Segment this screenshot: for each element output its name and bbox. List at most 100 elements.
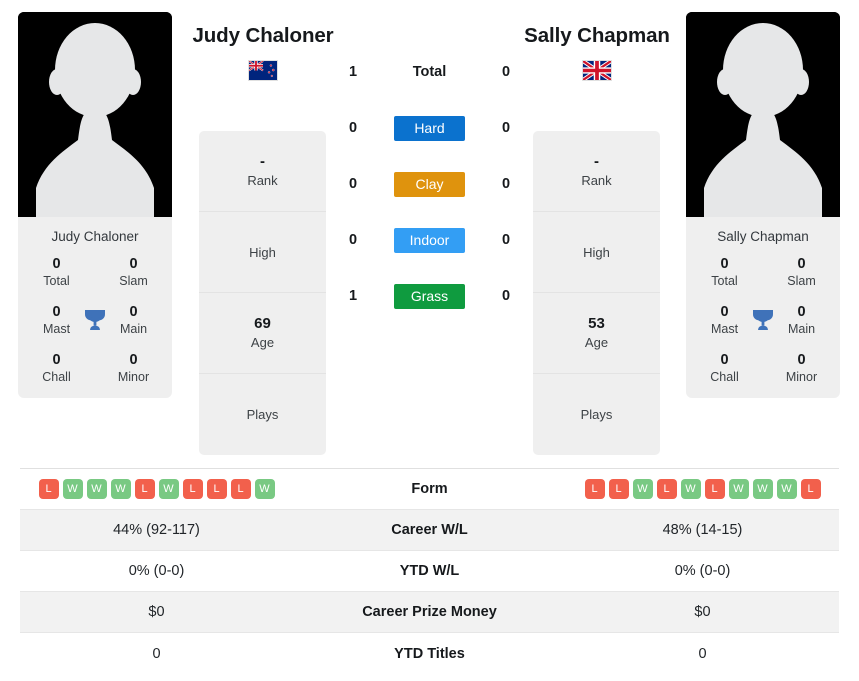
titles-cell: 0 Total — [686, 255, 763, 289]
titles-cell: 0 Minor — [763, 351, 840, 385]
form-chips-left: LWWWLWLLLW — [20, 479, 293, 499]
surface-row-clay: 0 Clay 0 — [333, 170, 526, 198]
form-chip-win[interactable]: W — [776, 479, 797, 499]
info-section-plays: Plays — [533, 374, 660, 455]
form-chip-loss[interactable]: L — [182, 479, 203, 499]
form-chip-win[interactable]: W — [110, 479, 131, 499]
row-value-right: 0 — [698, 645, 707, 662]
titles-cell: 0 Slam — [763, 255, 840, 289]
row-label: YTD Titles — [394, 645, 465, 662]
form-chip-loss[interactable]: L — [584, 479, 605, 499]
titles-label: Slam — [119, 273, 148, 288]
titles-label: Total — [711, 273, 738, 288]
titles-value: 0 — [797, 352, 806, 369]
info-label: Plays — [580, 407, 613, 423]
trophy-icon — [749, 306, 777, 334]
form-chip-win[interactable]: W — [62, 479, 83, 499]
surface-badge-indoor[interactable]: Indoor — [394, 227, 465, 253]
titles-value: 0 — [720, 352, 729, 369]
form-chip-loss[interactable]: L — [206, 479, 227, 499]
form-chip-loss[interactable]: L — [656, 479, 677, 499]
player-name-left[interactable]: Judy Chaloner — [133, 24, 393, 48]
form-chip-loss[interactable]: L — [230, 479, 251, 499]
info-value: 53 — [588, 315, 605, 333]
surface-label: Total — [412, 64, 447, 80]
table-row-ytd-titles: 0 YTD Titles 0 — [20, 633, 839, 674]
surface-label-wrap: Clay — [373, 171, 486, 197]
form-chips-right: LLWLWLWWWL — [566, 479, 839, 499]
info-label: Age — [584, 334, 609, 350]
surface-badge-hard[interactable]: Hard — [394, 115, 465, 141]
form-chip-loss[interactable]: L — [704, 479, 725, 499]
table-row-ytd-wl: 0% (0-0) YTD W/L 0% (0-0) — [20, 551, 839, 592]
surface-count-left: 0 — [348, 176, 358, 192]
titles-cell: 0 Chall — [686, 351, 763, 385]
surface-count-right: 0 — [501, 176, 511, 192]
info-section-rank: - Rank — [533, 131, 660, 212]
titles-value: 0 — [129, 255, 138, 272]
row-label: Form — [411, 481, 448, 497]
row-label: Career W/L — [391, 522, 468, 538]
surface-count-right: 0 — [501, 64, 511, 80]
form-chip-win[interactable]: W — [728, 479, 749, 499]
surface-row-grass: 1 Grass 0 — [333, 282, 526, 310]
titles-cell: 0 Total — [18, 255, 95, 289]
row-label: YTD W/L — [399, 563, 460, 579]
titles-value: 0 — [720, 255, 729, 272]
info-section-age: 69 Age — [199, 293, 326, 374]
surface-badge-grass[interactable]: Grass — [394, 283, 465, 309]
row-value-left: 0 — [152, 645, 161, 662]
form-chip-loss[interactable]: L — [608, 479, 629, 499]
form-chip-win[interactable]: W — [254, 479, 275, 499]
info-label: Rank — [247, 172, 278, 188]
info-value: - — [260, 153, 265, 171]
info-section-high: High — [199, 212, 326, 293]
form-chip-win[interactable]: W — [680, 479, 701, 499]
surface-label-wrap: Hard — [373, 115, 486, 141]
form-chip-win[interactable]: W — [752, 479, 773, 499]
info-section-plays: Plays — [199, 374, 326, 455]
titles-label: Total — [43, 273, 70, 288]
surface-row-total: 1 Total 0 — [333, 58, 526, 86]
player-name-right[interactable]: Sally Chapman — [467, 24, 727, 48]
info-label: Age — [250, 334, 275, 350]
info-label: Plays — [246, 407, 279, 423]
form-chip-loss[interactable]: L — [134, 479, 155, 499]
united-kingdom-flag-icon — [582, 60, 612, 81]
surface-count-left: 0 — [348, 120, 358, 136]
form-chip-loss[interactable]: L — [800, 479, 821, 499]
new-zealand-flag-icon — [248, 60, 278, 81]
titles-grid-right: 0 Total 0 Slam 0 Mast 0 Main 0 Chall 0 M… — [686, 255, 840, 386]
info-section-age: 53 Age — [533, 293, 660, 374]
table-row-career-wl: 44% (92-117) Career W/L 48% (14-15) — [20, 510, 839, 551]
form-chip-win[interactable]: W — [632, 479, 653, 499]
info-label: High — [583, 244, 610, 260]
form-chip-win[interactable]: W — [86, 479, 107, 499]
surface-label-wrap: Indoor — [373, 227, 486, 253]
surface-count-left: 1 — [348, 288, 358, 304]
info-label: High — [249, 244, 276, 260]
player-comparison-header: Judy Chaloner 0 Total 0 Slam 0 Mast 0 Ma… — [0, 0, 859, 462]
surface-titles-block: 1 Total 0 0 Hard 0 0 Clay 0 0 Indoor 0 1… — [333, 58, 526, 310]
row-value-right: 0% (0-0) — [674, 563, 731, 579]
row-value-left: 0% (0-0) — [128, 563, 185, 579]
titles-card-left: Judy Chaloner 0 Total 0 Slam 0 Mast 0 Ma… — [18, 217, 172, 398]
titles-label: Slam — [787, 273, 816, 288]
surface-count-right: 0 — [501, 288, 511, 304]
surface-count-right: 0 — [501, 232, 511, 248]
titles-label: Minor — [785, 370, 818, 385]
titles-value: 0 — [797, 255, 806, 272]
trophy-icon — [81, 306, 109, 334]
table-row-career-prize-money: $0 Career Prize Money $0 — [20, 592, 839, 633]
form-chip-loss[interactable]: L — [38, 479, 59, 499]
row-value-right: $0 — [694, 604, 711, 620]
titles-grid-left: 0 Total 0 Slam 0 Mast 0 Main 0 Chall 0 M… — [18, 255, 172, 386]
titles-cell: 0 Chall — [18, 351, 95, 385]
surface-count-right: 0 — [501, 120, 511, 136]
surface-count-left: 1 — [348, 64, 358, 80]
form-chip-win[interactable]: W — [158, 479, 179, 499]
surface-row-indoor: 0 Indoor 0 — [333, 226, 526, 254]
info-section-rank: - Rank — [199, 131, 326, 212]
surface-count-left: 0 — [348, 232, 358, 248]
surface-badge-clay[interactable]: Clay — [394, 171, 465, 197]
